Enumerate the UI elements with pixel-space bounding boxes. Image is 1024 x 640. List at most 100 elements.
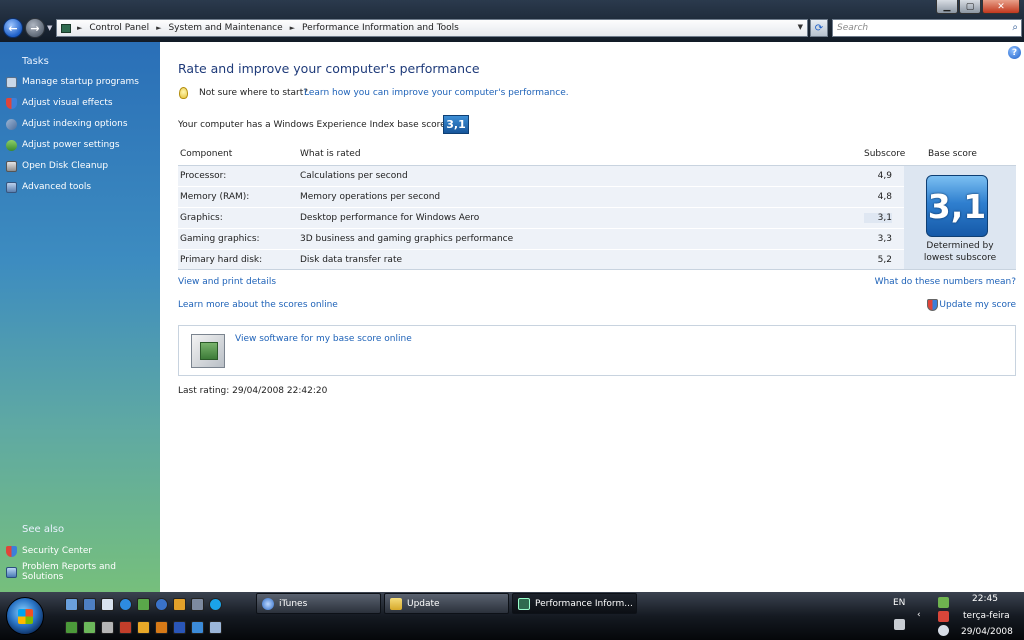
- breadcrumb-separator-icon[interactable]: ►: [290, 24, 295, 32]
- close-button[interactable]: ✕: [982, 0, 1020, 14]
- row-subscore: 5,2: [877, 255, 892, 265]
- breadcrumb-control-panel[interactable]: Control Panel: [89, 23, 149, 33]
- address-dropdown-icon[interactable]: ▼: [798, 23, 803, 31]
- sidebar-item-label: Advanced tools: [22, 182, 92, 192]
- taskbar-item-performance[interactable]: Performance Inform...: [512, 593, 637, 614]
- breadcrumb-performance-tools[interactable]: Performance Information and Tools: [302, 23, 459, 33]
- sidebar-item-startup[interactable]: Manage startup programs: [6, 75, 139, 89]
- base-score-large: 3,1: [926, 175, 988, 237]
- norton-icon[interactable]: [137, 621, 150, 634]
- sidebar-item-label: Open Disk Cleanup: [22, 161, 109, 171]
- learn-scores-link[interactable]: Learn more about the scores online: [178, 300, 338, 310]
- word-icon[interactable]: [173, 621, 186, 634]
- switch-windows-icon[interactable]: [83, 598, 96, 611]
- clock-day[interactable]: terça-feira: [963, 611, 1010, 621]
- back-button[interactable]: ←: [3, 18, 23, 38]
- row-rated: Disk data transfer rate: [300, 255, 403, 265]
- camera-icon[interactable]: [191, 598, 204, 611]
- taskbar-item-itunes[interactable]: iTunes: [256, 593, 381, 614]
- taskbar-item-update[interactable]: Update: [384, 593, 509, 614]
- network-status-icon[interactable]: [938, 597, 949, 608]
- row-rated: Calculations per second: [300, 171, 408, 181]
- page-title: Rate and improve your computer's perform…: [178, 61, 480, 76]
- determined-by-text: Determined by lowest subscore: [904, 240, 1016, 264]
- media-icon[interactable]: [119, 621, 132, 634]
- update-score-link[interactable]: Update my score: [939, 300, 1016, 310]
- sidebar-item-security-center[interactable]: Security Center: [6, 544, 92, 558]
- calculator-icon[interactable]: [101, 621, 114, 634]
- breadcrumb-system-maintenance[interactable]: System and Maintenance: [168, 23, 282, 33]
- sidebar-item-problem-reports[interactable]: Problem Reports and Solutions: [6, 562, 160, 582]
- row-component: Primary hard disk:: [180, 255, 263, 265]
- refresh-button[interactable]: ⟳: [810, 19, 828, 37]
- volume-icon[interactable]: [938, 625, 949, 636]
- table-divider: [178, 269, 1016, 270]
- sidebar-item-indexing[interactable]: Adjust indexing options: [6, 117, 128, 131]
- search-input[interactable]: Search ⌕: [832, 19, 1022, 37]
- sidebar-item-power[interactable]: Adjust power settings: [6, 138, 120, 152]
- internet-explorer-icon[interactable]: [119, 598, 132, 611]
- uac-shield-icon: [927, 299, 938, 311]
- address-bar[interactable]: ► Control Panel ► System and Maintenance…: [56, 19, 808, 37]
- taskbar-item-label: Performance Inform...: [535, 598, 633, 609]
- improve-performance-link[interactable]: Learn how you can improve your computer'…: [304, 88, 569, 98]
- window-controls: ▁ ▢ ✕: [936, 0, 1020, 14]
- taskbar-item-label: iTunes: [279, 598, 308, 609]
- sidebar-item-label: Security Center: [22, 546, 93, 556]
- sidebar-item-visual-effects[interactable]: Adjust visual effects: [6, 96, 113, 110]
- column-component: Component: [180, 149, 233, 159]
- what-numbers-mean-link[interactable]: What do these numbers mean?: [875, 277, 1016, 287]
- maximize-button[interactable]: ▢: [959, 0, 981, 14]
- sidebar-item-disk-cleanup[interactable]: Open Disk Cleanup: [6, 159, 108, 173]
- table-row: Gaming graphics: 3D business and gaming …: [178, 229, 1016, 250]
- sidebar-item-label: Adjust power settings: [22, 140, 120, 150]
- spreadsheet-icon[interactable]: [83, 621, 96, 634]
- main-content: ? Rate and improve your computer's perfo…: [160, 42, 1024, 592]
- media-player-icon[interactable]: [173, 598, 186, 611]
- taskbar: iTunes Update Performance Inform... EN ‹…: [0, 592, 1024, 640]
- clock-time[interactable]: 22:45: [972, 594, 998, 604]
- outlook-icon[interactable]: [155, 621, 168, 634]
- row-component: Memory (RAM):: [180, 192, 250, 202]
- power-icon: [6, 139, 17, 151]
- computer-icon[interactable]: [101, 598, 114, 611]
- determined-line-1: Determined by: [926, 241, 994, 251]
- view-print-details-link[interactable]: View and print details: [178, 277, 276, 287]
- sidebar-item-advanced-tools[interactable]: Advanced tools: [6, 180, 91, 194]
- security-alert-icon[interactable]: [938, 611, 949, 622]
- breadcrumb-separator-icon[interactable]: ►: [77, 24, 82, 32]
- excel-icon[interactable]: [65, 621, 78, 634]
- view-software-link[interactable]: View software for my base score online: [235, 334, 412, 344]
- help-icon[interactable]: ?: [1008, 46, 1021, 59]
- row-component: Processor:: [180, 171, 227, 181]
- show-desktop-icon[interactable]: [65, 598, 78, 611]
- problem-reports-icon: [6, 566, 17, 578]
- table-row: Primary hard disk: Disk data transfer ra…: [178, 250, 1016, 271]
- sidebar-item-label: Problem Reports and Solutions: [21, 562, 116, 582]
- skype-icon[interactable]: [209, 598, 222, 611]
- row-rated: Memory operations per second: [300, 192, 441, 202]
- start-button[interactable]: [6, 597, 44, 635]
- paint-icon[interactable]: [209, 621, 222, 634]
- base-score-badge: 3,1: [443, 115, 469, 134]
- row-subscore-lowest: 3,1: [864, 213, 892, 223]
- search-icon[interactable]: ⌕: [1012, 22, 1018, 33]
- row-component: Gaming graphics:: [180, 234, 260, 244]
- column-what-rated: What is rated: [300, 149, 361, 159]
- software-box: View software for my base score online: [178, 325, 1016, 376]
- sidebar-item-label: Adjust visual effects: [22, 98, 113, 108]
- startup-icon: [6, 76, 17, 88]
- itunes-quicklaunch-icon[interactable]: [155, 598, 168, 611]
- minimize-button[interactable]: ▁: [936, 0, 958, 14]
- forward-button[interactable]: →: [25, 18, 45, 38]
- network-icon[interactable]: [191, 621, 204, 634]
- tray-expand-icon[interactable]: ‹: [917, 610, 921, 620]
- language-indicator[interactable]: EN: [893, 598, 905, 608]
- messenger-icon[interactable]: [137, 598, 150, 611]
- clock-date[interactable]: 29/04/2008: [961, 627, 1013, 637]
- keyboard-icon[interactable]: [894, 619, 905, 630]
- breadcrumb-separator-icon[interactable]: ►: [156, 24, 161, 32]
- sidebar: Tasks Manage startup programs Adjust vis…: [0, 42, 160, 592]
- recent-pages-dropdown[interactable]: ▼: [47, 24, 52, 32]
- itunes-icon: [262, 597, 274, 610]
